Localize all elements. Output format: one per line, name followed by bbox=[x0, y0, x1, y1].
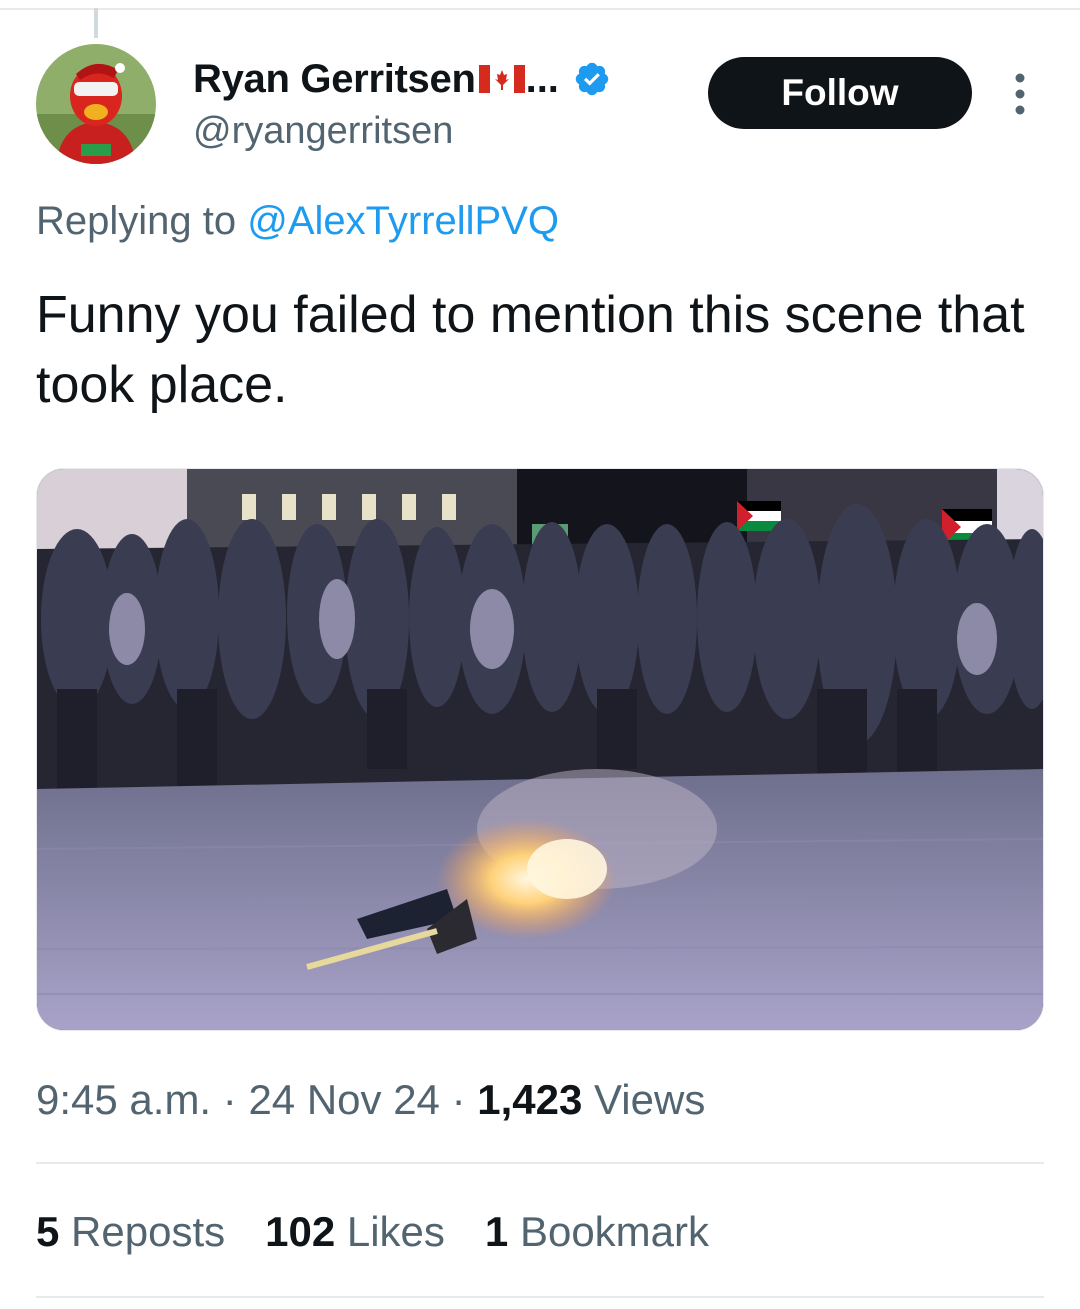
tweet-meta: 9:45 a.m. · 24 Nov 24 · 1,423 Views bbox=[36, 1076, 705, 1124]
bookmarks-label: Bookmark bbox=[519, 1208, 710, 1255]
reply-mention-link[interactable]: @AlexTyrrellPVQ bbox=[247, 199, 559, 243]
views-count: 1,423 bbox=[477, 1076, 583, 1123]
bookmarks-stat[interactable]: 1 Bookmark bbox=[485, 1208, 709, 1256]
tweet-photo[interactable] bbox=[36, 468, 1044, 1031]
likes-label: Likes bbox=[346, 1208, 445, 1255]
tweet-text: Funny you failed to mention this scene t… bbox=[36, 286, 1025, 414]
author-handle[interactable]: @ryangerritsen bbox=[193, 110, 453, 153]
divider bbox=[36, 1296, 1044, 1298]
likes-stat[interactable]: 102 Likes bbox=[265, 1208, 445, 1256]
thread-connector-line bbox=[94, 8, 98, 38]
display-name[interactable]: Ryan Gerritsen bbox=[193, 57, 476, 102]
replying-to-line: Replying to @AlexTyrrellPVQ bbox=[36, 199, 559, 244]
replying-to-label: Replying to bbox=[36, 199, 237, 243]
follow-button[interactable]: Follow bbox=[708, 57, 972, 129]
name-truncation: ... bbox=[525, 56, 559, 101]
reposts-count: 5 bbox=[36, 1208, 60, 1255]
divider bbox=[36, 1162, 1044, 1164]
views-label: Views bbox=[594, 1076, 706, 1123]
author-name-row[interactable]: Ryan Gerritsen ... bbox=[193, 54, 611, 104]
meta-separator: · bbox=[451, 1076, 466, 1123]
likes-count: 102 bbox=[265, 1208, 336, 1255]
reposts-label: Reposts bbox=[71, 1208, 226, 1255]
canada-flag-icon bbox=[478, 62, 526, 96]
tweet-time[interactable]: 9:45 a.m. bbox=[36, 1076, 211, 1123]
meta-separator: · bbox=[222, 1076, 237, 1123]
top-divider bbox=[0, 8, 1080, 10]
verified-badge-icon[interactable] bbox=[573, 60, 611, 98]
tweet-date[interactable]: 24 Nov 24 bbox=[248, 1076, 439, 1123]
bookmarks-count: 1 bbox=[484, 1208, 509, 1255]
reposts-stat[interactable]: 5 Reposts bbox=[36, 1208, 225, 1256]
avatar[interactable] bbox=[36, 44, 156, 164]
more-options-icon[interactable] bbox=[1006, 70, 1034, 118]
engagement-stats: 5 Reposts 102 Likes 1 Bookmark bbox=[36, 1208, 709, 1256]
